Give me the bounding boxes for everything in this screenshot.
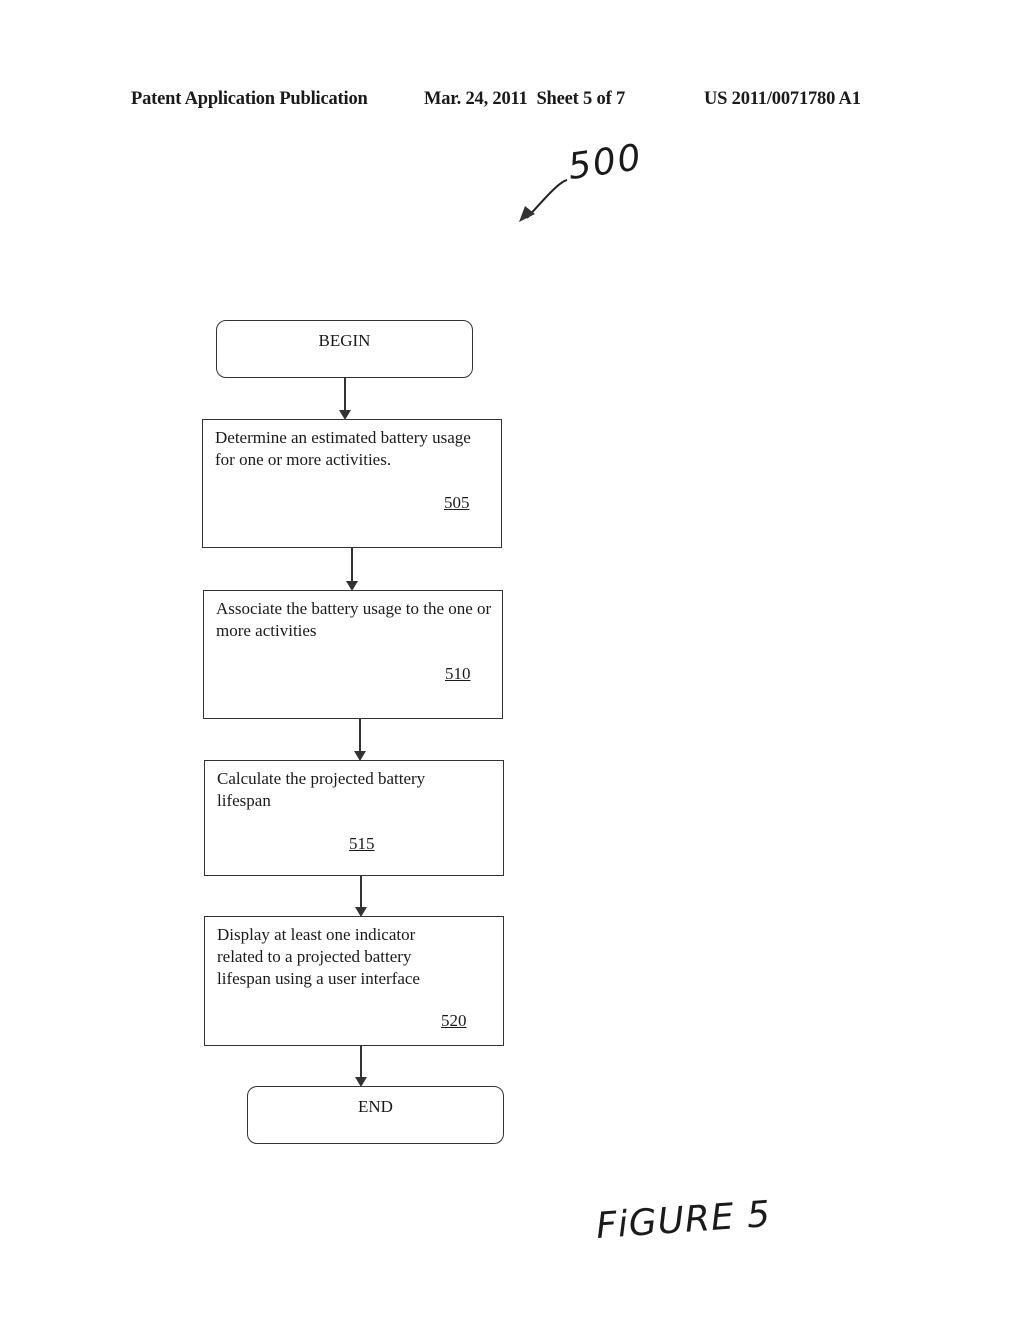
step-520: Display at least one indicator related t…: [204, 916, 504, 1046]
arrow-begin-to-505: [339, 378, 351, 420]
figure-caption: FiGURE 5: [594, 1193, 773, 1248]
arrow-505-to-510: [346, 548, 358, 591]
arrow-520-to-end: [355, 1046, 367, 1087]
figure-reference-numeral: 500: [565, 137, 646, 188]
publication-label: Patent Application Publication: [131, 89, 368, 109]
publication-number: US 2011/0071780 A1: [704, 89, 861, 109]
date-sheet: Mar. 24, 2011 Sheet 5 of 7: [424, 89, 625, 109]
begin-label: BEGIN: [318, 331, 371, 350]
step-505-ref: 505: [444, 493, 470, 512]
arrow-515-to-520: [355, 876, 367, 917]
step-515: Calculate the projected battery lifespan…: [204, 760, 504, 876]
step-510: Associate the battery usage to the one o…: [203, 590, 503, 719]
arrow-510-to-515: [354, 719, 366, 761]
step-510-ref: 510: [445, 664, 471, 683]
reference-arrow-icon: [519, 179, 568, 222]
step-520-ref: 520: [441, 1011, 467, 1030]
step-520-text: Display at least one indicator related t…: [217, 925, 420, 988]
begin-terminal: BEGIN: [216, 320, 473, 378]
step-505: Determine an estimated battery usage for…: [202, 419, 502, 548]
step-515-ref: 515: [349, 834, 375, 853]
step-505-text: Determine an estimated battery usage for…: [215, 428, 471, 469]
end-label: END: [358, 1097, 393, 1116]
step-510-text: Associate the battery usage to the one o…: [216, 599, 492, 640]
end-terminal: END: [247, 1086, 504, 1144]
step-515-text: Calculate the projected battery lifespan: [217, 769, 426, 810]
